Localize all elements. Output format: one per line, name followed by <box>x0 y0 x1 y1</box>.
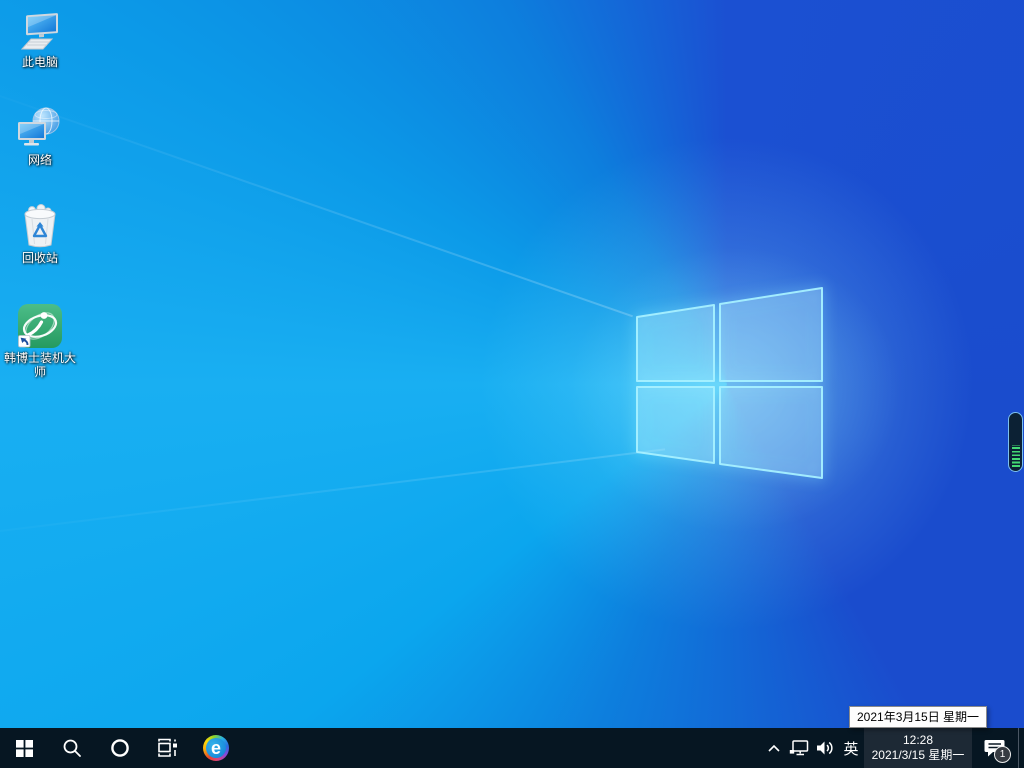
task-view-button[interactable] <box>144 728 192 768</box>
desktop-icon-hanboshi[interactable]: 韩博士装机大师 <box>1 302 79 379</box>
desktop-icon-label: 韩博士装机大师 <box>3 351 76 379</box>
search-icon <box>63 739 81 757</box>
windows-start-icon <box>15 739 33 757</box>
this-pc-icon <box>20 13 58 50</box>
desktop-icon-network[interactable]: 网络 <box>1 106 79 167</box>
recycle-bin-icon <box>24 204 56 248</box>
start-button[interactable] <box>0 728 48 768</box>
speaker-icon <box>817 741 833 755</box>
edge-letter: e <box>206 738 226 758</box>
date-tooltip: 2021年3月15日 星期一 <box>849 706 988 728</box>
clock-date: 2021/3/15 星期一 <box>871 748 965 762</box>
cortana-button[interactable] <box>96 728 144 768</box>
volume-tray-button[interactable] <box>812 728 838 768</box>
desktop-icon-label: 此电脑 <box>21 55 58 69</box>
clock-time: 12:28 <box>902 733 934 747</box>
chevron-up-icon <box>768 744 780 752</box>
ethernet-network-icon <box>789 740 809 756</box>
system-tray: 英 12:28 2021/3/15 星期一 1 <box>762 728 1024 768</box>
desktop-icon-recycle-bin[interactable]: 回收站 <box>1 204 79 265</box>
cortana-circle-icon <box>111 739 129 757</box>
desktop-wallpaper <box>0 0 1024 768</box>
volume-level-fill <box>1011 445 1020 467</box>
task-view-icon <box>158 738 177 757</box>
desktop-icon-label: 回收站 <box>21 251 58 265</box>
tray-overflow-button[interactable] <box>762 728 786 768</box>
action-center-button[interactable]: 1 <box>972 728 1018 768</box>
volume-level-indicator[interactable] <box>1008 412 1023 472</box>
hanboshi-app-icon <box>18 304 62 348</box>
edge-browser-button[interactable]: e <box>192 728 240 768</box>
network-tray-button[interactable] <box>786 728 812 768</box>
edge-browser-icon: e <box>203 735 229 761</box>
windows-desktop: 此电脑 网络 回收站 韩博士装机大师 2021年3月15日 星期一 e 英 12… <box>0 0 1024 768</box>
notification-count-badge: 1 <box>994 746 1011 763</box>
taskbar-left-cluster: e <box>0 728 240 768</box>
search-button[interactable] <box>48 728 96 768</box>
desktop-icon-this-pc[interactable]: 此电脑 <box>1 8 79 69</box>
windows-logo <box>636 287 823 479</box>
desktop-icon-label: 网络 <box>27 153 52 167</box>
show-desktop-button[interactable] <box>1019 728 1024 768</box>
ime-language-indicator[interactable]: 英 <box>838 728 864 768</box>
network-icon <box>18 107 60 146</box>
taskbar-clock[interactable]: 12:28 2021/3/15 星期一 <box>864 728 972 768</box>
taskbar: e 英 12:28 2021/3/15 星期一 1 <box>0 728 1024 768</box>
